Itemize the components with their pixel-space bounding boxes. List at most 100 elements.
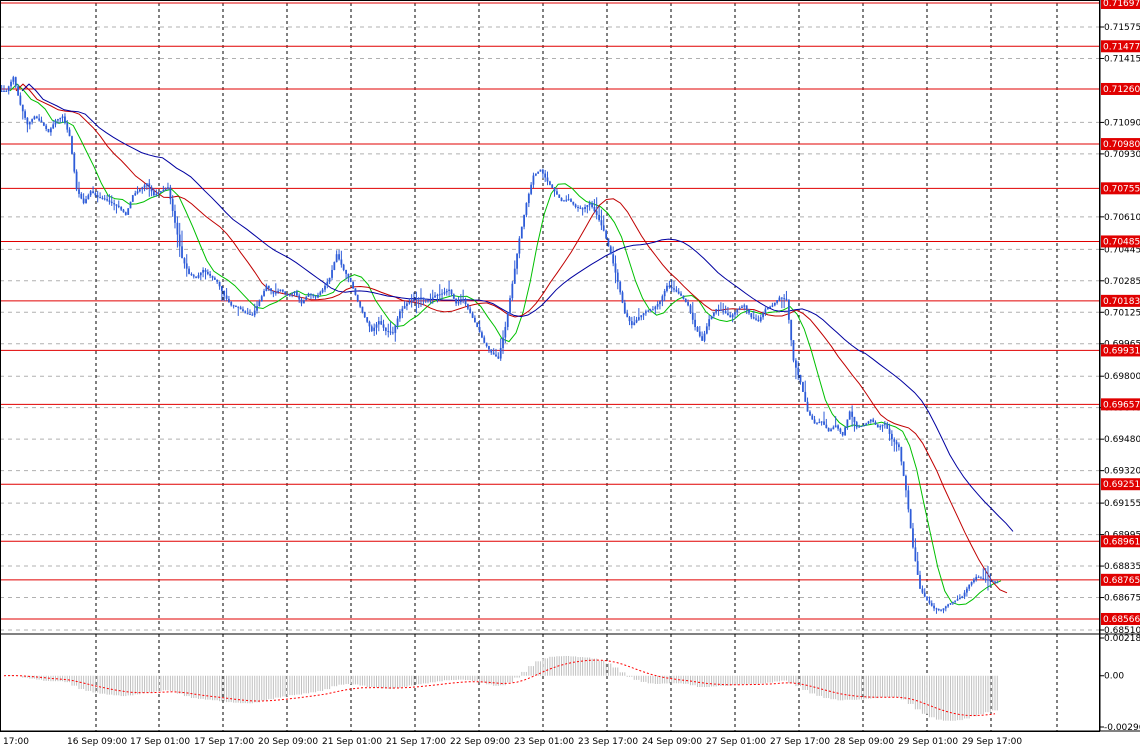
candle-body bbox=[333, 262, 336, 270]
candle-body bbox=[947, 604, 950, 607]
candle-body bbox=[225, 295, 228, 299]
level-label: 0.70485 bbox=[1103, 237, 1140, 247]
candle-body bbox=[987, 579, 989, 581]
candle-body bbox=[434, 295, 436, 298]
y-tick-label: 0.68675 bbox=[1104, 594, 1140, 604]
candle-body bbox=[586, 205, 589, 208]
candle-body bbox=[356, 294, 359, 302]
candle-body bbox=[441, 293, 443, 295]
candle-body bbox=[855, 422, 858, 428]
candle-body bbox=[933, 605, 935, 609]
candle-body bbox=[450, 289, 453, 295]
candle-body bbox=[502, 337, 504, 349]
candle-body bbox=[80, 193, 83, 199]
candle-body bbox=[94, 193, 97, 196]
candle-body bbox=[659, 301, 661, 305]
candle-body bbox=[195, 276, 197, 278]
candle-body bbox=[813, 419, 816, 424]
candle-body bbox=[380, 321, 383, 325]
candle-body bbox=[19, 95, 22, 105]
candle-body bbox=[129, 201, 132, 209]
candle-body bbox=[321, 289, 324, 293]
candle-body bbox=[45, 125, 48, 129]
candle-body bbox=[328, 277, 331, 282]
candle-body bbox=[377, 321, 380, 325]
y-tick-label: 0.71090 bbox=[1104, 118, 1140, 128]
candle-body bbox=[689, 305, 692, 313]
candle-body bbox=[799, 374, 802, 383]
candle-body bbox=[197, 275, 200, 278]
candle-body bbox=[232, 305, 235, 307]
candle-body bbox=[10, 81, 12, 87]
candle-body bbox=[256, 306, 258, 311]
candle-body bbox=[534, 173, 537, 176]
candle-body bbox=[837, 425, 839, 429]
candle-body bbox=[942, 608, 945, 611]
candle-body bbox=[370, 326, 373, 331]
candle-body bbox=[368, 321, 371, 327]
candle-body bbox=[869, 419, 872, 422]
candle-body bbox=[715, 309, 718, 313]
candle-body bbox=[602, 225, 605, 231]
candle-body bbox=[858, 426, 861, 428]
candle-body bbox=[263, 290, 265, 297]
candle-body bbox=[352, 281, 355, 289]
candle-body bbox=[673, 288, 675, 290]
candle-body bbox=[209, 273, 212, 276]
candle-body bbox=[553, 187, 556, 192]
candle-body bbox=[363, 311, 366, 318]
candle-body bbox=[52, 124, 55, 129]
y-tick-label: 0.70930 bbox=[1104, 150, 1140, 160]
candle-body bbox=[771, 305, 774, 307]
candle-body bbox=[621, 292, 624, 303]
candle-body bbox=[335, 254, 338, 263]
candle-body bbox=[471, 313, 474, 318]
candle-body bbox=[324, 285, 326, 290]
candle-body bbox=[509, 298, 511, 313]
y-tick-label: 0.68835 bbox=[1104, 562, 1140, 572]
candle-body bbox=[408, 302, 411, 304]
candle-body bbox=[736, 309, 739, 312]
candle-body bbox=[242, 309, 244, 312]
candle-body bbox=[827, 428, 830, 432]
candle-body bbox=[513, 268, 516, 284]
candle-body bbox=[160, 191, 162, 193]
candle-body bbox=[635, 319, 638, 323]
candle-body bbox=[965, 588, 968, 593]
candle-body bbox=[54, 120, 57, 125]
candle-body bbox=[637, 317, 640, 320]
candle-body bbox=[220, 286, 223, 291]
candle-body bbox=[106, 199, 109, 201]
candle-body bbox=[206, 271, 209, 274]
candle-body bbox=[644, 311, 647, 314]
candle-body bbox=[389, 331, 392, 333]
candle-body bbox=[806, 401, 809, 412]
y-tick-label: 0.71415 bbox=[1104, 54, 1140, 64]
candle-body bbox=[188, 268, 190, 274]
level-label: 0.70755 bbox=[1103, 184, 1140, 194]
candle-body bbox=[844, 427, 847, 436]
candle-body bbox=[401, 308, 404, 312]
candle-body bbox=[115, 204, 118, 206]
candle-body bbox=[420, 297, 422, 299]
candle-body bbox=[145, 183, 148, 186]
candle-body bbox=[703, 333, 706, 341]
candle-body bbox=[12, 77, 15, 82]
candle-body bbox=[3, 90, 5, 92]
candle-body bbox=[816, 422, 818, 424]
candle-body bbox=[598, 214, 601, 221]
candle-body bbox=[600, 220, 603, 226]
candle-body bbox=[912, 528, 914, 548]
candle-body bbox=[549, 181, 551, 185]
candle-body bbox=[982, 578, 985, 580]
candle-body bbox=[738, 308, 741, 310]
candle-body bbox=[445, 290, 448, 293]
candle-body bbox=[523, 214, 525, 227]
candle-body bbox=[249, 313, 251, 315]
candle-body bbox=[499, 348, 502, 359]
candle-body bbox=[373, 327, 376, 331]
candle-body bbox=[809, 411, 811, 416]
candle-body bbox=[951, 601, 954, 604]
trading-chart[interactable]: 0.71575 0.71415 0.71090 0.70930 0.70610 0.704… bbox=[0, 0, 1140, 754]
candle-body bbox=[902, 461, 905, 476]
